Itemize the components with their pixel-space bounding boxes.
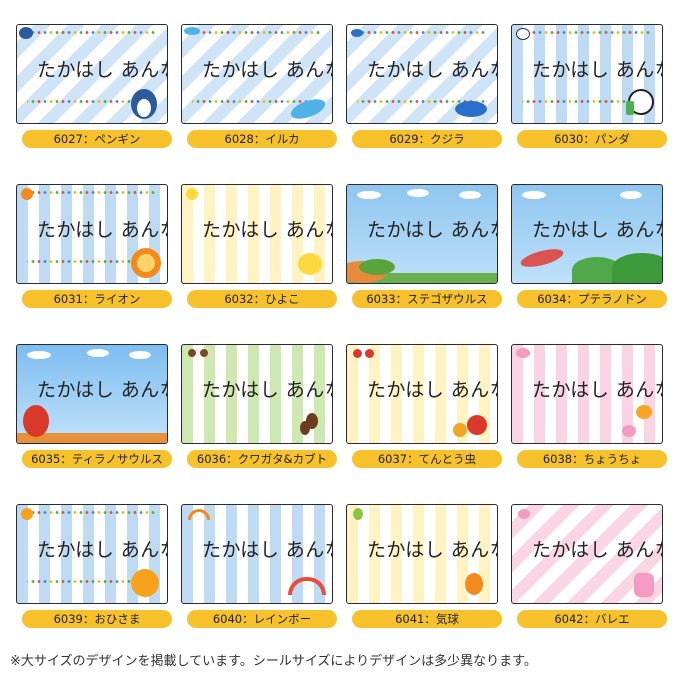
sample-name: たかはし あんな <box>37 59 168 81</box>
design-preview: たかはし あんな <box>511 24 663 124</box>
design-preview: たかはし あんな <box>346 344 498 444</box>
sample-name: たかはし あんな <box>532 539 663 561</box>
design-item: たかはし あんな 6041：気球 <box>346 504 502 634</box>
sample-name: たかはし あんな <box>532 219 663 241</box>
sample-name: たかはし あんな <box>37 379 168 401</box>
design-preview: たかはし あんな <box>346 184 498 284</box>
design-item: たかはし あんな 6037：てんとう虫 <box>346 344 502 474</box>
design-preview: たかはし あんな <box>346 504 498 604</box>
design-item: たかはし あんな 6031：ライオン <box>16 184 172 314</box>
design-preview: たかはし あんな <box>181 344 333 444</box>
sample-name: たかはし あんな <box>367 539 498 561</box>
design-preview: たかはし あんな <box>16 344 168 444</box>
design-label: 6039：おひさま <box>22 610 172 628</box>
design-item: たかはし あんな 6032：ひよこ <box>181 184 337 314</box>
design-preview: たかはし あんな <box>16 184 168 284</box>
design-label: 6034：プテラノドン <box>517 290 667 308</box>
design-preview: たかはし あんな <box>181 24 333 124</box>
design-label: 6042：バレエ <box>517 610 667 628</box>
design-item: たかはし あんな 6036：クワガタ&カブト <box>181 344 337 474</box>
sample-name: たかはし あんな <box>532 379 663 401</box>
design-item: たかはし あんな 6039：おひさま <box>16 504 172 634</box>
sample-name: たかはし あんな <box>202 379 333 401</box>
design-item: たかはし あんな 6040：レインボー <box>181 504 337 634</box>
design-grid: たかはし あんな 6027：ペンギン たかはし あんな 6028：イルカ たかは… <box>0 0 680 640</box>
design-label: 6036：クワガタ&カブト <box>187 450 337 468</box>
footnote: ※大サイズのデザインを掲載しています。シールサイズによりデザインは多少異なります… <box>10 654 537 669</box>
design-label: 6031：ライオン <box>22 290 172 308</box>
design-label: 6035：ティラノサウルス <box>22 450 172 468</box>
design-item: たかはし あんな 6029：クジラ <box>346 24 502 154</box>
design-label: 6037：てんとう虫 <box>352 450 502 468</box>
design-item: たかはし あんな 6030：パンダ <box>511 24 667 154</box>
design-item: たかはし あんな 6033：ステゴザウルス <box>346 184 502 314</box>
sample-name: たかはし あんな <box>367 379 498 401</box>
design-preview: たかはし あんな <box>511 184 663 284</box>
sample-name: たかはし あんな <box>532 59 663 81</box>
design-item: たかはし あんな 6035：ティラノサウルス <box>16 344 172 474</box>
design-label: 6038：ちょうちょ <box>517 450 667 468</box>
design-label: 6041：気球 <box>352 610 502 628</box>
sample-name: たかはし あんな <box>367 219 498 241</box>
design-label: 6030：パンダ <box>517 130 667 148</box>
design-preview: たかはし あんな <box>181 184 333 284</box>
design-item: たかはし あんな 6038：ちょうちょ <box>511 344 667 474</box>
design-preview: たかはし あんな <box>16 504 168 604</box>
design-preview: たかはし あんな <box>181 504 333 604</box>
design-label: 6040：レインボー <box>187 610 337 628</box>
sample-name: たかはし あんな <box>202 59 333 81</box>
sample-name: たかはし あんな <box>202 219 333 241</box>
design-item: たかはし あんな 6027：ペンギン <box>16 24 172 154</box>
design-preview: たかはし あんな <box>16 24 168 124</box>
design-item: たかはし あんな 6028：イルカ <box>181 24 337 154</box>
design-label: 6028：イルカ <box>187 130 337 148</box>
design-label: 6027：ペンギン <box>22 130 172 148</box>
design-label: 6029：クジラ <box>352 130 502 148</box>
sample-name: たかはし あんな <box>37 219 168 241</box>
design-label: 6033：ステゴザウルス <box>352 290 502 308</box>
design-item: たかはし あんな 6034：プテラノドン <box>511 184 667 314</box>
design-preview: たかはし あんな <box>346 24 498 124</box>
sample-name: たかはし あんな <box>367 59 498 81</box>
design-preview: たかはし あんな <box>511 344 663 444</box>
design-item: たかはし あんな 6042：バレエ <box>511 504 667 634</box>
design-label: 6032：ひよこ <box>187 290 337 308</box>
sample-name: たかはし あんな <box>202 539 333 561</box>
design-preview: たかはし あんな <box>511 504 663 604</box>
sample-name: たかはし あんな <box>37 539 168 561</box>
